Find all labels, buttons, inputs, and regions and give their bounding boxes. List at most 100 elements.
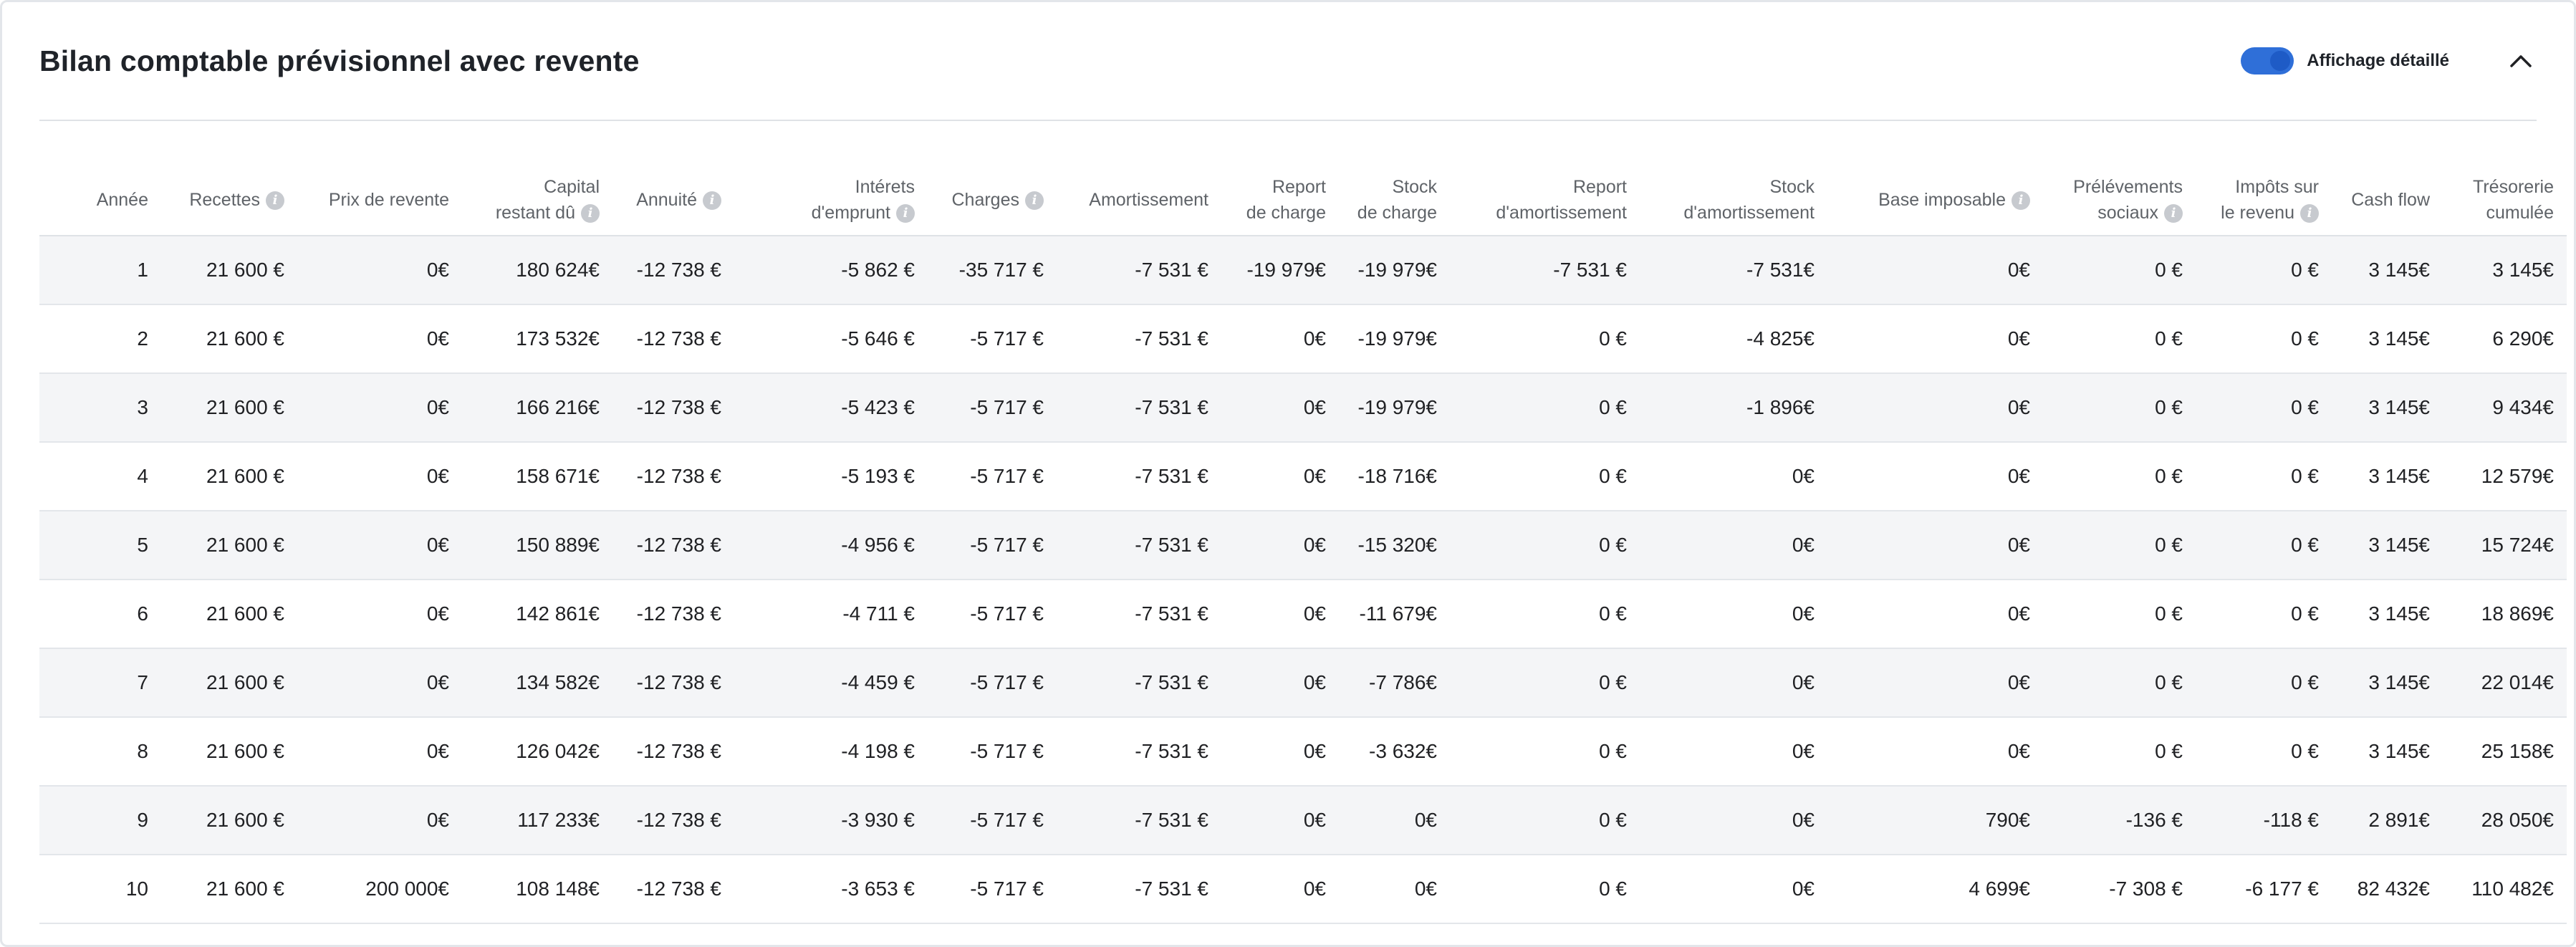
cell-recettes: 21 600 € bbox=[161, 236, 297, 305]
cell-charges: -5 717 € bbox=[928, 373, 1057, 443]
column-header-capital: Capital restant dû i bbox=[462, 164, 612, 236]
column-header-line1: Capital bbox=[544, 176, 600, 197]
cell-tresorerie: 28 050€ bbox=[2443, 786, 2567, 855]
table-row: 1 21 600 €0€ 180 624€ -12 738 € -5 862 € -35 … bbox=[39, 236, 2567, 305]
column-header-label: Cash flow bbox=[2351, 189, 2430, 210]
cell-charges: -5 717 € bbox=[928, 855, 1057, 924]
cell-prelevements: 0 € bbox=[2043, 304, 2196, 374]
cell-annee: 2 bbox=[39, 304, 161, 374]
column-header-line2: sociaux i bbox=[2043, 200, 2183, 226]
cell-prix_revente: 200 000€ bbox=[297, 855, 462, 924]
cell-base: 0€ bbox=[1827, 511, 2043, 580]
cell-prelevements: 0 € bbox=[2043, 648, 2196, 718]
cell-stock_charge: -3 632€ bbox=[1339, 717, 1450, 787]
header-row: Année Recettes i Prix de revente Capital rest… bbox=[39, 164, 2567, 236]
cell-annuite: -12 738 € bbox=[612, 236, 734, 305]
info-icon[interactable]: i bbox=[1025, 191, 1044, 210]
info-icon[interactable]: i bbox=[581, 203, 600, 223]
cell-recettes: 21 600 € bbox=[161, 648, 297, 718]
cell-recettes: 21 600 € bbox=[161, 304, 297, 374]
cell-capital: 180 624€ bbox=[462, 236, 612, 305]
chevron-up-icon bbox=[2510, 55, 2532, 67]
cell-stock_amort: 0€ bbox=[1640, 511, 1827, 580]
table-row: 10 21 600 €200 000€ 108 148€ -12 738 € -3 65… bbox=[39, 855, 2567, 924]
column-header-line2: Base imposable i bbox=[1827, 187, 2030, 213]
column-header-stock_charge: Stock de charge bbox=[1339, 164, 1450, 236]
cell-cashflow: 82 432€ bbox=[2332, 855, 2443, 924]
cell-prelevements: -136 € bbox=[2043, 786, 2196, 855]
column-header-line2: Amortissement bbox=[1057, 187, 1208, 213]
cell-prix_revente: 0€ bbox=[297, 648, 462, 718]
info-icon[interactable]: i bbox=[2012, 191, 2030, 210]
cell-report_amort: 0 € bbox=[1450, 855, 1640, 924]
cell-interets: -5 193 € bbox=[734, 442, 928, 511]
cell-charges: -5 717 € bbox=[928, 511, 1057, 580]
cell-annuite: -12 738 € bbox=[612, 786, 734, 855]
cell-annuite: -12 738 € bbox=[612, 442, 734, 511]
cell-recettes: 21 600 € bbox=[161, 373, 297, 443]
cell-annuite: -12 738 € bbox=[612, 648, 734, 718]
column-header-label: de charge bbox=[1246, 202, 1326, 223]
cell-interets: -4 459 € bbox=[734, 648, 928, 718]
cell-tresorerie: 6 290€ bbox=[2443, 304, 2567, 374]
cell-tresorerie: 3 145€ bbox=[2443, 236, 2567, 305]
cell-report_amort: -7 531 € bbox=[1450, 236, 1640, 305]
info-icon[interactable]: i bbox=[2300, 203, 2319, 223]
column-header-line2: le revenu i bbox=[2196, 200, 2319, 226]
forecast-table: Année Recettes i Prix de revente Capital rest… bbox=[39, 164, 2567, 924]
column-header-line2: de charge bbox=[1339, 200, 1437, 226]
column-header-line1: Stock bbox=[1769, 176, 1815, 197]
cell-prelevements: 0 € bbox=[2043, 717, 2196, 787]
cell-cashflow: 3 145€ bbox=[2332, 580, 2443, 649]
column-header-line2: Annuité i bbox=[612, 187, 721, 213]
info-icon[interactable]: i bbox=[2164, 203, 2183, 223]
column-header-label: Recettes bbox=[189, 189, 260, 210]
cell-tresorerie: 110 482€ bbox=[2443, 855, 2567, 924]
cell-interets: -4 198 € bbox=[734, 717, 928, 787]
cell-report_charge: 0€ bbox=[1221, 855, 1339, 924]
card-title: Bilan comptable prévisionnel avec revent… bbox=[39, 44, 640, 77]
cell-prix_revente: 0€ bbox=[297, 511, 462, 580]
column-header-line1: Report bbox=[1572, 176, 1627, 197]
column-header-line2: cumulée bbox=[2443, 200, 2555, 226]
cell-impots: 0 € bbox=[2196, 648, 2332, 718]
cell-cashflow: 3 145€ bbox=[2332, 304, 2443, 374]
cell-prix_revente: 0€ bbox=[297, 786, 462, 855]
cell-charges: -5 717 € bbox=[928, 304, 1057, 374]
info-icon[interactable]: i bbox=[266, 191, 284, 210]
cell-annuite: -12 738 € bbox=[612, 580, 734, 649]
cell-report_amort: 0 € bbox=[1450, 511, 1640, 580]
cell-interets: -5 862 € bbox=[734, 236, 928, 305]
cell-impots: 0 € bbox=[2196, 511, 2332, 580]
cell-base: 0€ bbox=[1827, 580, 2043, 649]
detailed-view-toggle[interactable] bbox=[2241, 47, 2294, 74]
cell-amortissement: -7 531 € bbox=[1057, 511, 1221, 580]
cell-report_amort: 0 € bbox=[1450, 717, 1640, 787]
cell-annee: 3 bbox=[39, 373, 161, 443]
column-header-charges: Charges i bbox=[928, 164, 1057, 236]
column-header-line1: Stock bbox=[1392, 176, 1437, 197]
cell-base: 790€ bbox=[1827, 786, 2043, 855]
column-header-report_amort: Report d'amortissement bbox=[1450, 164, 1640, 236]
cell-report_amort: 0 € bbox=[1450, 648, 1640, 718]
column-header-label: le revenu bbox=[2221, 202, 2294, 223]
info-icon[interactable]: i bbox=[896, 203, 915, 223]
collapse-button[interactable] bbox=[2505, 45, 2537, 77]
cell-stock_amort: -7 531€ bbox=[1640, 236, 1827, 305]
column-header-label: d'amortissement bbox=[1683, 202, 1815, 223]
column-header-tresorerie: Trésorerie cumulée bbox=[2443, 164, 2567, 236]
cell-prix_revente: 0€ bbox=[297, 580, 462, 649]
cell-cashflow: 3 145€ bbox=[2332, 511, 2443, 580]
column-header-label: d'emprunt bbox=[811, 202, 890, 223]
table-header: Année Recettes i Prix de revente Capital rest… bbox=[39, 164, 2567, 236]
cell-cashflow: 3 145€ bbox=[2332, 442, 2443, 511]
forecast-balance-card: Bilan comptable prévisionnel avec revent… bbox=[0, 0, 2576, 947]
column-header-line2: Cash flow bbox=[2332, 187, 2430, 213]
cell-tresorerie: 15 724€ bbox=[2443, 511, 2567, 580]
info-icon[interactable]: i bbox=[703, 191, 721, 210]
cell-report_charge: 0€ bbox=[1221, 786, 1339, 855]
column-header-line2: d'amortissement bbox=[1640, 200, 1815, 226]
cell-annuite: -12 738 € bbox=[612, 717, 734, 787]
cell-annuite: -12 738 € bbox=[612, 304, 734, 374]
cell-tresorerie: 18 869€ bbox=[2443, 580, 2567, 649]
